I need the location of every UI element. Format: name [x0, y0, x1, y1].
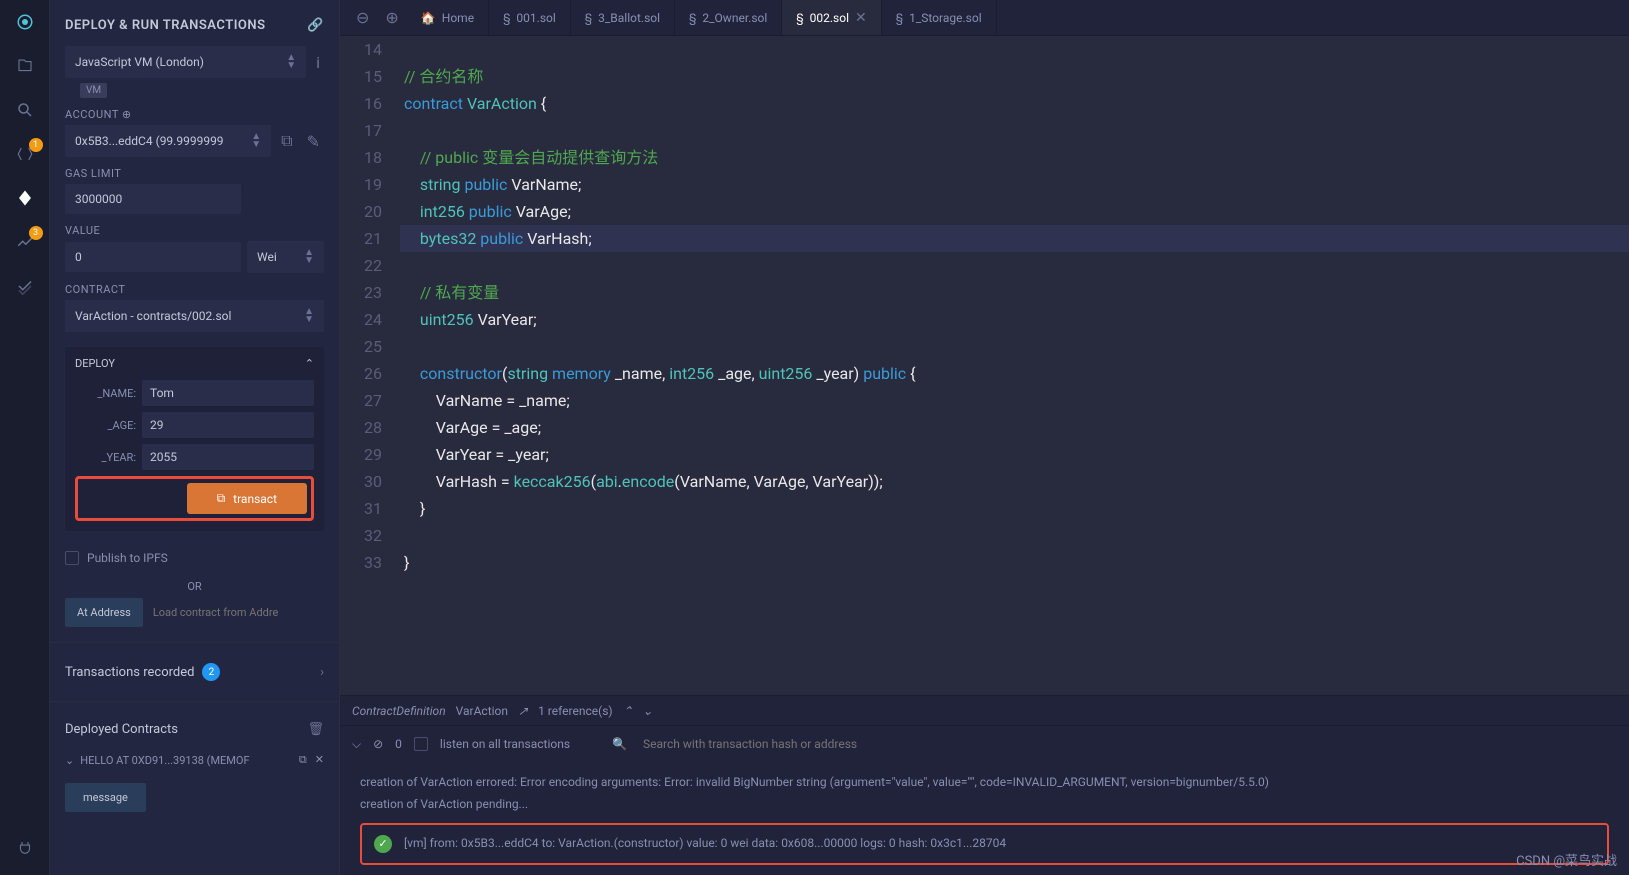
chevron-up-icon[interactable]: ⌃	[623, 704, 633, 718]
info-icon[interactable]: i	[312, 49, 324, 76]
badge: 1	[29, 138, 43, 152]
deployed-contracts-header: Deployed Contracts 🗑	[50, 712, 339, 747]
zoom-out-icon[interactable]: ⊖	[348, 8, 377, 27]
debugger-icon[interactable]: 3	[13, 230, 37, 254]
contract-select[interactable]: VarAction - contracts/002.sol▲▼	[65, 300, 324, 332]
search-icon[interactable]	[13, 98, 37, 122]
param-row: _YEAR:	[75, 444, 314, 470]
deploy-title: DEPLOY	[75, 357, 115, 370]
terminal-output: creation of VarAction errored: Error enc…	[340, 762, 1629, 875]
sol-icon: §	[689, 11, 696, 25]
close-icon[interactable]: ✕	[855, 10, 867, 26]
tab-Home[interactable]: 🏠Home	[407, 0, 489, 35]
plugin-icon[interactable]	[13, 836, 37, 860]
transact-button[interactable]: ⧉transact	[187, 483, 307, 514]
chevron-updown-icon: ▲▼	[286, 54, 296, 70]
listen-label: listen on all transactions	[440, 737, 570, 751]
clear-icon[interactable]: ⊘	[373, 737, 383, 751]
at-address-input[interactable]	[149, 598, 324, 627]
zoom-in-icon[interactable]: ⊕	[377, 8, 406, 27]
count-badge: 2	[202, 663, 220, 681]
chevron-right-icon: ›	[320, 665, 324, 680]
home-icon: 🏠	[421, 11, 436, 25]
transact-highlight: ⧉transact	[75, 476, 314, 521]
account-select[interactable]: 0x5B3...eddC4 (99.9999999▲▼	[65, 125, 271, 157]
code-body: // 合约名称contract VarAction { // public 变量…	[400, 36, 1629, 695]
checkbox-icon	[65, 551, 79, 565]
or-divider: OR	[50, 575, 339, 598]
close-icon[interactable]: ✕	[315, 753, 324, 767]
gas-label: GAS LIMIT	[65, 167, 324, 180]
gas-input[interactable]	[65, 184, 241, 214]
plus-icon[interactable]: ⊕	[122, 108, 132, 121]
edit-icon[interactable]: ✎	[303, 128, 324, 155]
main-area: ⊖ ⊕ 🏠Home§001.sol§3_Ballot.sol§2_Owner.s…	[340, 0, 1629, 875]
at-address-button[interactable]: At Address	[65, 598, 143, 627]
vm-badge: VM	[80, 83, 107, 98]
code-editor[interactable]: 1415161718192021222324252627282930313233…	[340, 36, 1629, 695]
collapse-icon[interactable]: ⌵	[352, 737, 361, 752]
transactions-recorded[interactable]: Transactions recorded 2 ›	[50, 653, 339, 691]
contract-label: CONTRACT	[65, 283, 324, 296]
param-row: _AGE:	[75, 412, 314, 438]
check-icon[interactable]	[13, 274, 37, 298]
sol-icon: §	[796, 11, 803, 25]
param-row: _NAME:	[75, 380, 314, 406]
deployed-contract-item[interactable]: ⌄ HELLO AT 0XD91...39138 (MEMOF ⧉✕	[50, 747, 339, 773]
badge: 3	[29, 226, 43, 240]
file-explorer-icon[interactable]	[13, 54, 37, 78]
chevron-down-icon: ⌄	[65, 754, 74, 767]
value-unit-select[interactable]: Wei▲▼	[247, 241, 324, 273]
terminal-search[interactable]	[639, 733, 939, 755]
sol-icon: §	[503, 11, 510, 25]
param-label: _NAME:	[75, 387, 136, 400]
copy-icon: ⧉	[217, 491, 226, 506]
link-icon[interactable]: 🔗	[307, 18, 324, 33]
param-label: _AGE:	[75, 419, 136, 432]
sol-icon: §	[896, 11, 903, 25]
value-label: VALUE	[65, 224, 324, 237]
tab-2_Owner-sol[interactable]: §2_Owner.sol	[675, 0, 782, 35]
check-icon: ✓	[374, 835, 392, 853]
success-log[interactable]: ✓[vm] from: 0x5B3...eddC4 to: VarAction.…	[360, 823, 1609, 865]
remix-logo-icon[interactable]	[13, 10, 37, 34]
copy-icon[interactable]: ⧉	[299, 753, 307, 767]
share-icon[interactable]: ↗	[518, 704, 528, 718]
tab-002-sol[interactable]: §002.sol✕	[782, 0, 881, 35]
terminal: ⌵ ⊘ 0 listen on all transactions 🔍 creat…	[340, 725, 1629, 875]
tab-bar: ⊖ ⊕ 🏠Home§001.sol§3_Ballot.sol§2_Owner.s…	[340, 0, 1629, 36]
param-input[interactable]	[142, 412, 314, 438]
tab-3_Ballot-sol[interactable]: §3_Ballot.sol	[571, 0, 675, 35]
deploy-section: DEPLOY ⌃ _NAME: _AGE: _YEAR: ⧉transact	[65, 347, 324, 531]
account-label: ACCOUNT ⊕	[65, 108, 324, 121]
param-input[interactable]	[142, 380, 314, 406]
copy-icon[interactable]: ⧉	[277, 127, 296, 155]
icon-sidebar: 1 3	[0, 0, 50, 875]
tab-001-sol[interactable]: §001.sol	[489, 0, 571, 35]
breadcrumb: ContractDefinition VarAction ↗ 1 referen…	[340, 695, 1629, 725]
checkbox-icon[interactable]	[414, 737, 428, 751]
chevron-down-icon[interactable]: ⌄	[643, 704, 653, 718]
message-button[interactable]: message	[65, 783, 146, 812]
tab-1_Storage-sol[interactable]: §1_Storage.sol	[882, 0, 997, 35]
param-input[interactable]	[142, 444, 314, 470]
panel-title: DEPLOY & RUN TRANSACTIONS 🔗	[50, 10, 339, 41]
line-gutter: 1415161718192021222324252627282930313233	[340, 36, 400, 695]
pending-count: 0	[395, 737, 402, 751]
search-icon[interactable]: 🔍	[612, 737, 627, 751]
trash-icon[interactable]: 🗑	[307, 722, 324, 737]
panel-title-text: DEPLOY & RUN TRANSACTIONS	[65, 18, 266, 33]
value-input[interactable]	[65, 242, 241, 272]
deploy-panel: DEPLOY & RUN TRANSACTIONS 🔗 JavaScript V…	[50, 0, 340, 875]
param-label: _YEAR:	[75, 451, 136, 464]
deploy-icon[interactable]	[13, 186, 37, 210]
publish-ipfs-checkbox[interactable]: Publish to IPFS	[50, 541, 339, 575]
environment-select[interactable]: JavaScript VM (London)▲▼	[65, 46, 306, 78]
collapse-icon[interactable]: ⌃	[305, 357, 314, 370]
compiler-icon[interactable]: 1	[13, 142, 37, 166]
sol-icon: §	[585, 11, 592, 25]
watermark: CSDN @菜鸟实战	[1516, 850, 1617, 869]
